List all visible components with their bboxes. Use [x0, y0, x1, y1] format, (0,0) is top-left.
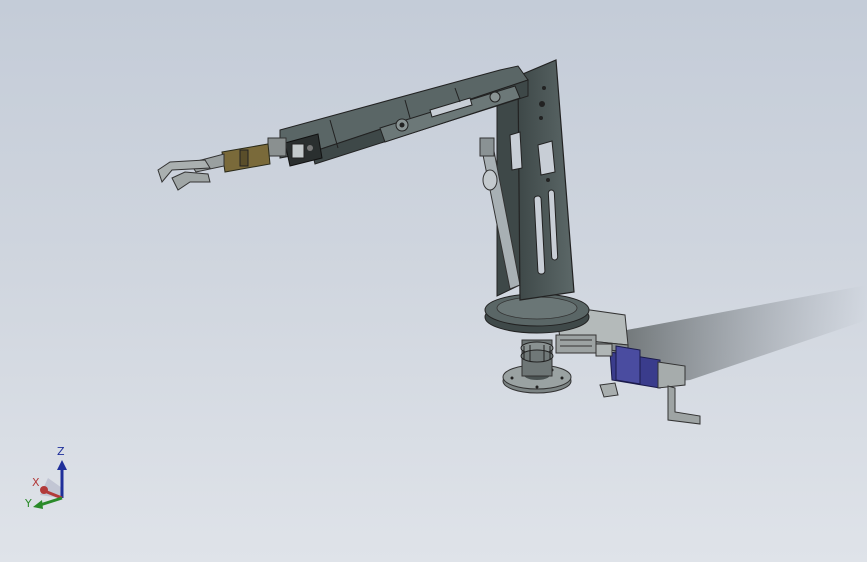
turntable [484, 293, 590, 334]
y-axis-arrow [39, 496, 63, 507]
gripper [157, 143, 271, 191]
gear-column [520, 339, 554, 377]
model-scene[interactable] [0, 0, 867, 562]
triad-x-label: X [32, 476, 40, 489]
triad-y-label: Y [25, 497, 32, 510]
triad-z-label: Z [57, 445, 65, 458]
graphics-viewport[interactable]: Z X Y [0, 0, 867, 562]
